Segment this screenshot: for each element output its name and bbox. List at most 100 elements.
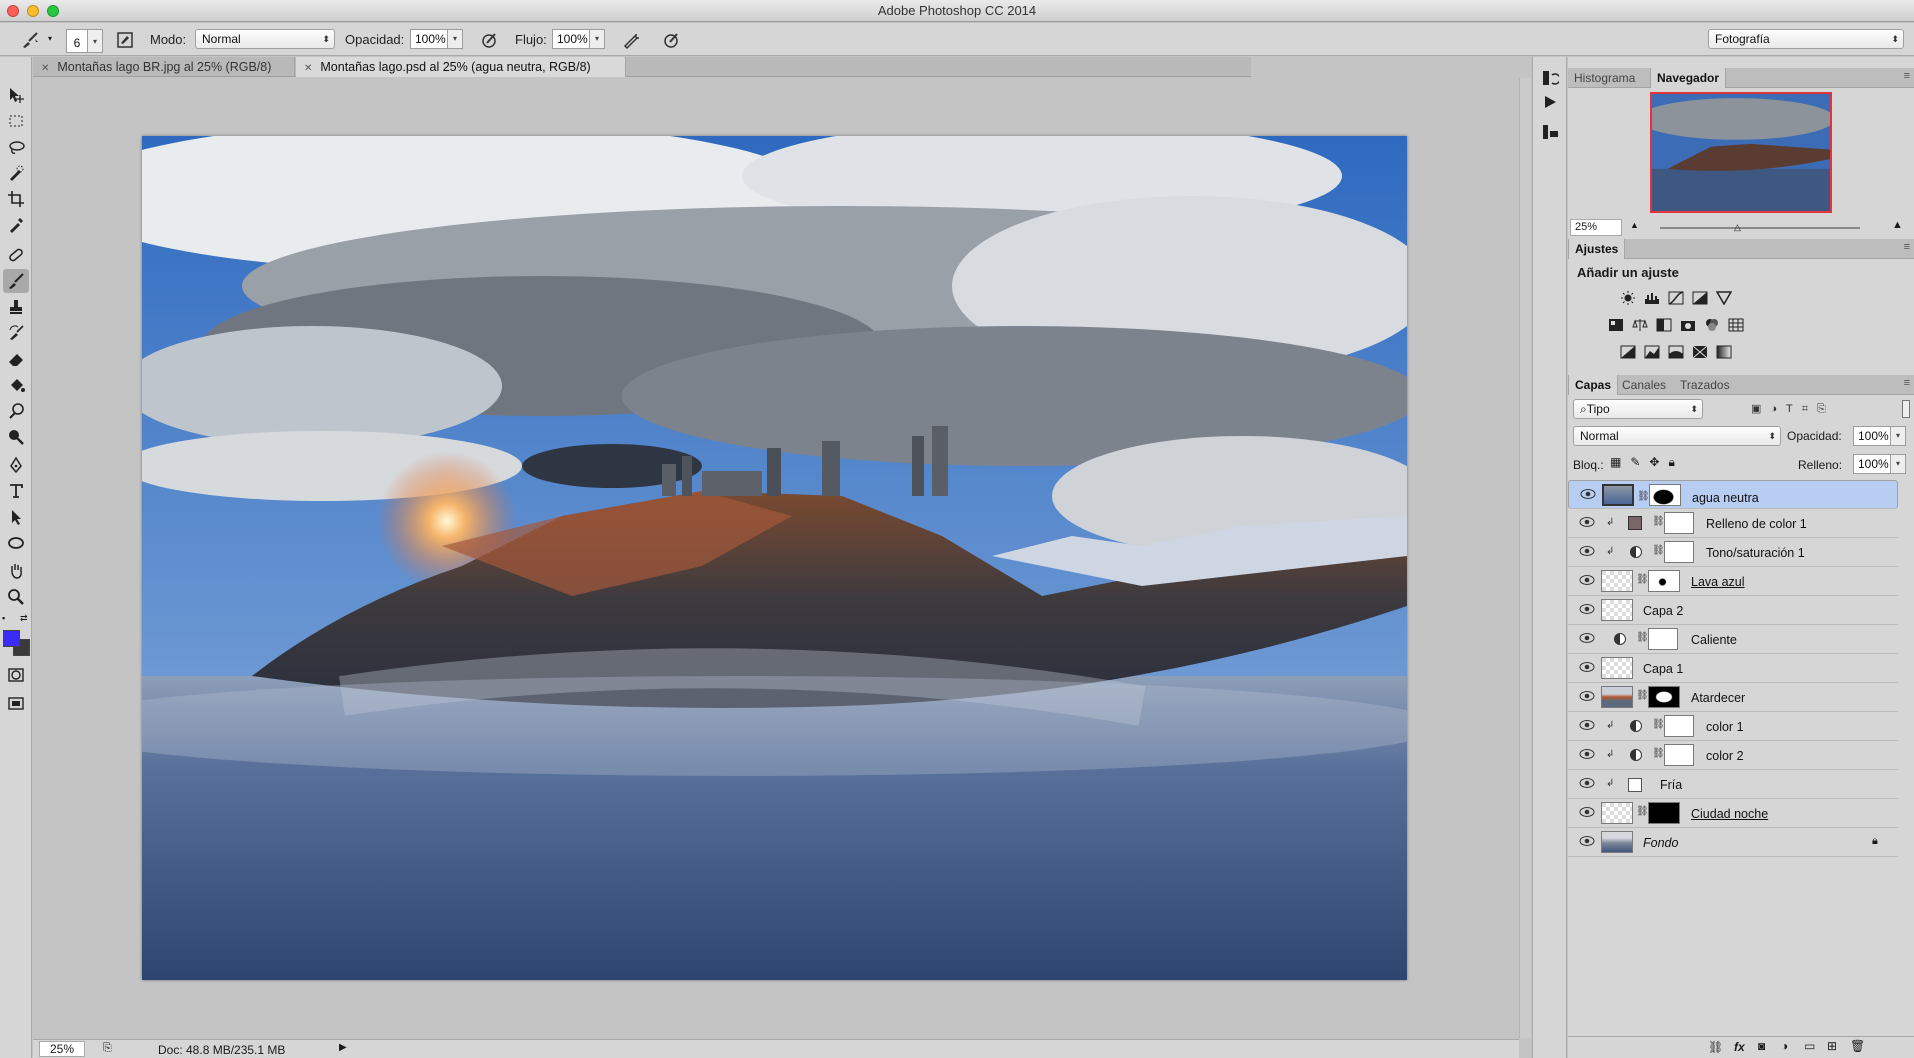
layer-row[interactable]: ↲ Fría: [1568, 770, 1898, 799]
tab-navegador[interactable]: Navegador: [1650, 68, 1727, 88]
tab-canales[interactable]: Canales: [1616, 375, 1672, 395]
airbrush-button[interactable]: [620, 29, 642, 51]
panel-menu-icon[interactable]: ≡: [1904, 241, 1910, 253]
tab-capas[interactable]: Capas: [1568, 375, 1619, 395]
brush-preset-button[interactable]: [18, 29, 40, 51]
zoom-tool[interactable]: [3, 585, 29, 609]
swap-colors-button[interactable]: ▪ ⇄: [2, 613, 30, 627]
mask-thumbnail[interactable]: [1664, 541, 1694, 563]
zoom-magnifier-tool[interactable]: [3, 425, 29, 449]
paint-bucket-tool[interactable]: [3, 373, 29, 397]
new-layer-icon[interactable]: ⊞: [1827, 1039, 1837, 1053]
actions-panel-button[interactable]: [1541, 93, 1559, 111]
history-panel-button[interactable]: [1541, 69, 1559, 87]
fx-icon[interactable]: fx: [1734, 1040, 1745, 1054]
eyedropper-tool[interactable]: [3, 213, 29, 237]
layer-row[interactable]: ↲ ⛓︎ Tono/saturación 1: [1568, 538, 1898, 567]
gradient-map-adjustment-button[interactable]: [1716, 345, 1732, 359]
exposure-adjustment-button[interactable]: [1692, 291, 1708, 305]
eye-icon[interactable]: [1579, 719, 1595, 731]
eye-icon[interactable]: [1580, 488, 1596, 500]
quick-selection-tool[interactable]: [3, 161, 29, 185]
link-icon[interactable]: ⛓︎: [1652, 748, 1665, 759]
eye-icon[interactable]: [1579, 777, 1595, 789]
shape-tool[interactable]: [3, 531, 29, 555]
clone-source-button[interactable]: [1541, 123, 1559, 141]
mask-thumbnail[interactable]: [1664, 744, 1694, 766]
eye-icon[interactable]: [1579, 516, 1595, 528]
mask-thumbnail[interactable]: [1649, 484, 1681, 506]
navigator-preview[interactable]: [1650, 92, 1832, 213]
black-white-adjustment-button[interactable]: [1656, 318, 1672, 332]
fill-field[interactable]: 100%: [1853, 454, 1891, 474]
link-icon[interactable]: ⛓︎: [1652, 719, 1665, 730]
clone-stamp-tool[interactable]: [3, 295, 29, 319]
fill-dropdown[interactable]: ▾: [1891, 454, 1906, 474]
layer-row[interactable]: ⛓︎ agua neutra: [1568, 480, 1898, 509]
healing-brush-tool[interactable]: [3, 243, 29, 267]
zoom-field[interactable]: 25%: [39, 1041, 85, 1057]
mask-thumbnail[interactable]: [1648, 802, 1680, 824]
hue-saturation-adjustment-button[interactable]: [1608, 318, 1624, 332]
mode-select[interactable]: Normal ⬍: [195, 29, 335, 49]
path-selection-tool[interactable]: [3, 505, 29, 529]
mask-thumbnail[interactable]: [1664, 512, 1694, 534]
opacity-dropdown[interactable]: ▾: [448, 29, 463, 49]
layer-row[interactable]: ↲ ⛓︎ Relleno de color 1: [1568, 509, 1898, 538]
close-tab-icon[interactable]: ✕: [304, 63, 312, 74]
link-icon[interactable]: ⛓︎: [1652, 516, 1665, 527]
navigator-zoom-slider[interactable]: [1660, 227, 1860, 229]
eye-icon[interactable]: [1579, 545, 1595, 557]
layer-filter-select[interactable]: ⌕Tipo ⬍: [1573, 399, 1703, 419]
brush-size-dropdown[interactable]: ▾: [88, 29, 103, 53]
eraser-tool[interactable]: [3, 347, 29, 371]
eye-icon[interactable]: [1579, 574, 1595, 586]
eye-icon[interactable]: [1579, 748, 1595, 760]
new-group-icon[interactable]: ▭: [1804, 1039, 1815, 1053]
crop-tool[interactable]: [3, 187, 29, 211]
add-mask-icon[interactable]: ◙: [1758, 1039, 1765, 1053]
panel-menu-icon[interactable]: ≡: [1904, 70, 1910, 82]
eye-icon[interactable]: [1579, 690, 1595, 702]
levels-adjustment-button[interactable]: [1644, 291, 1660, 305]
lasso-tool[interactable]: [3, 135, 29, 159]
screen-mode-button[interactable]: [3, 691, 29, 715]
dodge-tool[interactable]: [3, 399, 29, 423]
pen-tool[interactable]: [3, 453, 29, 477]
threshold-adjustment-button[interactable]: [1668, 345, 1684, 359]
eye-icon[interactable]: [1579, 806, 1595, 818]
layer-opacity-field[interactable]: 100%: [1853, 426, 1891, 446]
layer-row[interactable]: ↲ ⛓︎ color 1: [1568, 712, 1898, 741]
link-icon[interactable]: ⛓︎: [1637, 488, 1650, 506]
move-tool[interactable]: [3, 83, 29, 107]
new-adjustment-icon[interactable]: ◑: [1781, 1039, 1788, 1053]
link-icon[interactable]: ⛓︎: [1636, 690, 1649, 701]
lock-buttons[interactable]: ▦✎✥🔒︎: [1610, 455, 1684, 470]
trash-icon[interactable]: 🗑︎: [1850, 1039, 1865, 1053]
zoom-slider-thumb[interactable]: △: [1734, 222, 1741, 233]
layer-row[interactable]: ⛓︎ Atardecer: [1568, 683, 1898, 712]
invert-adjustment-button[interactable]: [1620, 345, 1636, 359]
workspace-select[interactable]: Fotografía ⬍: [1708, 29, 1904, 49]
color-lookup-adjustment-button[interactable]: [1728, 318, 1744, 332]
brush-size-field[interactable]: 6: [66, 29, 88, 53]
layer-filter-buttons[interactable]: ▣◑T⌗⎘: [1751, 402, 1835, 416]
tab-histograma[interactable]: Histograma: [1568, 68, 1641, 88]
mask-thumbnail[interactable]: [1648, 628, 1678, 650]
photo-filter-adjustment-button[interactable]: [1680, 318, 1696, 332]
status-menu-arrow-icon[interactable]: ▶: [339, 1042, 347, 1053]
panel-menu-icon[interactable]: ≡: [1904, 377, 1910, 389]
layer-opacity-dropdown[interactable]: ▾: [1891, 426, 1906, 446]
tab-montanas-lago-br[interactable]: ✕ Montañas lago BR.jpg al 25% (RGB/8): [33, 57, 295, 77]
marquee-tool[interactable]: [3, 109, 29, 133]
eye-icon[interactable]: [1579, 661, 1595, 673]
blend-mode-select[interactable]: Normal ⬍: [1573, 426, 1781, 446]
quick-mask-button[interactable]: [3, 663, 29, 687]
link-icon[interactable]: ⛓︎: [1636, 632, 1649, 643]
brush-tool[interactable]: [3, 269, 29, 293]
mask-thumbnail[interactable]: [1648, 686, 1680, 708]
mask-thumbnail[interactable]: [1648, 570, 1680, 592]
layer-row[interactable]: ⛓︎ Ciudad noche: [1568, 799, 1898, 828]
layer-row[interactable]: ⛓︎ Lava azul: [1568, 567, 1898, 596]
export-icon[interactable]: ⎘: [103, 1042, 112, 1055]
